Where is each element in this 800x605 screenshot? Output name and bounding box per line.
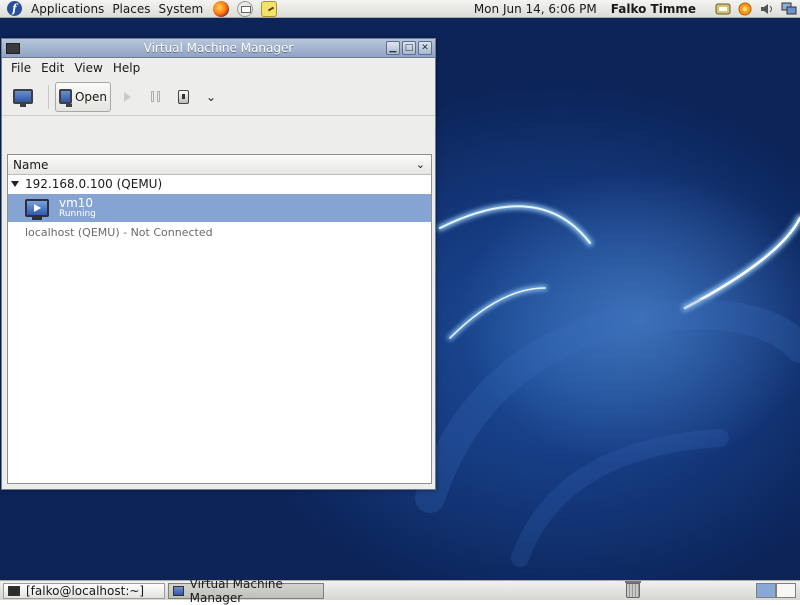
run-button[interactable]	[115, 82, 139, 112]
vm-status: Running	[59, 208, 96, 219]
pause-icon	[150, 91, 160, 102]
window-menu-icon[interactable]	[6, 42, 20, 54]
top-panel: f Applications Places System Mon Jun 14,…	[0, 0, 800, 18]
fedora-logo-icon[interactable]: f	[7, 1, 22, 16]
menu-places[interactable]: Places	[108, 2, 154, 16]
column-header-label: Name	[13, 157, 49, 172]
vm-list[interactable]: Name ⌄ 192.168.0.100 (QEMU) vm10 Running…	[7, 154, 432, 484]
expander-icon[interactable]	[11, 180, 19, 187]
network-icon[interactable]	[715, 1, 731, 17]
pause-button[interactable]	[143, 82, 167, 112]
menu-edit[interactable]: Edit	[36, 61, 69, 75]
shutdown-button[interactable]	[171, 82, 195, 112]
column-header-name[interactable]: Name ⌄	[8, 155, 431, 175]
open-button[interactable]: Open	[55, 81, 111, 112]
taskbar-item-label: [falko@localhost:~]	[26, 583, 145, 598]
shutdown-menu-button[interactable]: ⌄	[199, 82, 223, 112]
running-vm-icon	[25, 199, 49, 220]
bottom-panel: [falko@localhost:~] Virtual Machine Mana…	[0, 577, 800, 605]
menubar: File Edit View Help	[2, 58, 435, 78]
localhost-label: localhost (QEMU) - Not Connected	[25, 226, 213, 239]
taskbar-item-terminal[interactable]: [falko@localhost:~]	[3, 582, 165, 599]
maximize-icon[interactable]: □	[402, 41, 416, 55]
menu-applications[interactable]: Applications	[27, 2, 108, 16]
shutdown-icon	[177, 89, 189, 104]
menu-view[interactable]: View	[69, 61, 107, 75]
vm-name: vm10	[59, 195, 94, 210]
notes-icon[interactable]	[261, 0, 278, 17]
new-vm-button[interactable]	[8, 82, 38, 112]
menu-file[interactable]: File	[6, 61, 36, 75]
host-label: 192.168.0.100 (QEMU)	[25, 176, 163, 191]
workspace-1[interactable]	[756, 583, 776, 598]
minimize-icon[interactable]: ▁	[386, 41, 400, 55]
user-switcher[interactable]: Falko Timme	[611, 2, 696, 16]
trash-icon[interactable]	[625, 581, 641, 598]
host-row[interactable]: 192.168.0.100 (QEMU)	[8, 175, 431, 192]
volume-icon[interactable]	[759, 1, 775, 17]
clock[interactable]: Mon Jun 14, 6:06 PM	[474, 2, 597, 16]
new-vm-icon	[13, 89, 33, 107]
vm-text: vm10 Running	[59, 197, 96, 219]
window-controls: ▁ □ ✕	[386, 41, 432, 55]
open-button-label: Open	[74, 89, 107, 104]
menu-help[interactable]: Help	[108, 61, 145, 75]
updates-icon[interactable]	[737, 1, 753, 17]
vmm-icon	[173, 585, 184, 596]
chevron-down-icon: ⌄	[205, 89, 217, 104]
close-icon[interactable]: ✕	[418, 41, 432, 55]
mail-icon[interactable]	[237, 0, 254, 17]
toolbar: Open ⌄	[2, 78, 435, 116]
localhost-row[interactable]: localhost (QEMU) - Not Connected	[8, 224, 431, 241]
taskbar-item-vmm[interactable]: Virtual Machine Manager	[168, 577, 324, 605]
network-manager-icon[interactable]	[781, 1, 797, 17]
taskbar-item-label: Virtual Machine Manager	[189, 576, 283, 605]
terminal-icon	[8, 585, 20, 596]
workspace-2[interactable]	[776, 583, 796, 598]
window-title: Virtual Machine Manager	[143, 41, 294, 55]
vmm-window: Virtual Machine Manager ▁ □ ✕ File Edit …	[1, 38, 436, 490]
window-titlebar[interactable]: Virtual Machine Manager ▁ □ ✕	[2, 39, 435, 58]
menu-system[interactable]: System	[154, 2, 207, 16]
play-icon	[123, 91, 131, 102]
open-monitor-icon	[59, 89, 72, 107]
workspace-switcher	[756, 583, 796, 598]
chevron-down-icon[interactable]: ⌄	[416, 158, 425, 171]
toolbar-separator	[48, 84, 49, 109]
vm-row[interactable]: vm10 Running	[8, 194, 431, 222]
firefox-icon[interactable]	[213, 0, 230, 17]
